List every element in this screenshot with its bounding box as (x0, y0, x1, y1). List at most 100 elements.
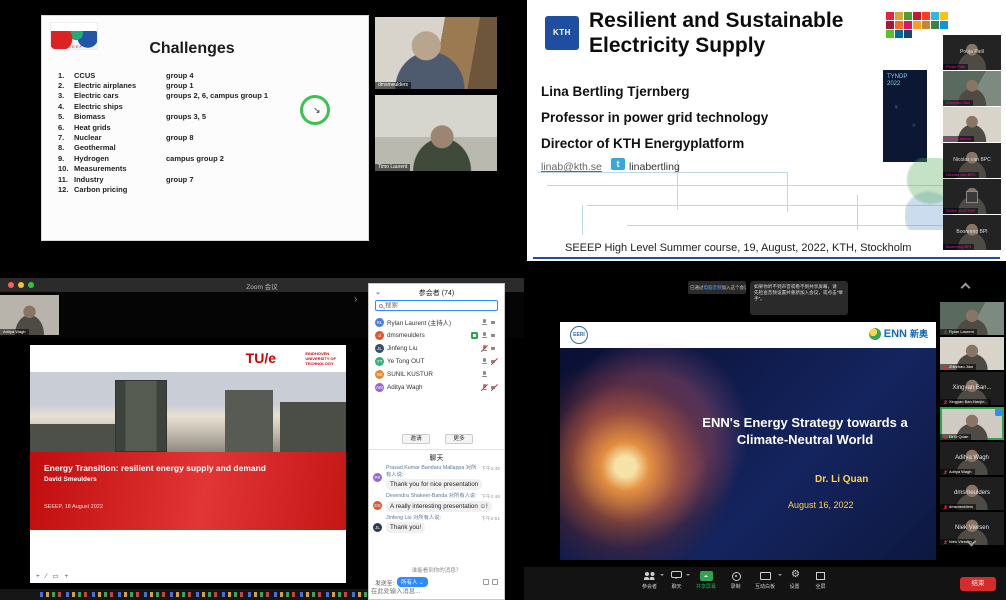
more-button[interactable]: 更多 (445, 434, 473, 444)
message-bubble: A really interesting presentation ☺! (386, 501, 492, 512)
toolbar-button[interactable]: 全屏 (814, 571, 827, 590)
screen-share-icon (471, 332, 478, 339)
invite-button[interactable]: 邀请 (402, 434, 430, 444)
toolbar-caret-icon[interactable] (660, 574, 664, 578)
challenge-label: Electric airplanes (74, 81, 166, 90)
participant-row[interactable]: AW Aditya Wagh (369, 381, 504, 394)
slide-title-band: Energy Transition: resilient energy supp… (30, 452, 346, 530)
enn-logo-cn: 新奥 (910, 327, 928, 340)
participant-tile[interactable]: Aditya Wagh Aditya Wagh (940, 442, 1004, 475)
sdg-tile (895, 30, 903, 38)
challenge-row: 10. Measurements (58, 164, 360, 174)
participant-name-label: Rylan Laurent (943, 136, 974, 142)
participant-tile[interactable]: Dr Li Quan (940, 407, 1004, 440)
participant-tile[interactable]: Rylan Laurent (940, 302, 1004, 335)
mic-icon (481, 345, 488, 352)
circuit-line (582, 205, 583, 235)
participant-name-text: Zhezhao Jian (949, 364, 973, 370)
participant-tile[interactable]: Boonreng BPI Boonreng BPI (943, 215, 1001, 250)
muted-mic-icon (943, 505, 947, 509)
participant-center-name: Niek Viersen (940, 525, 1004, 531)
toolbar-label: 全屏 (814, 583, 827, 590)
participant-row[interactable]: SK SUNIL KUSTUR (369, 368, 504, 381)
message-time: 下午2:46 (481, 493, 500, 500)
avatar: JL (373, 523, 382, 532)
chat-composer: 发送至: 所有人 ⌄ (375, 577, 498, 587)
participant-name-label: Aditya Wagh (0, 329, 29, 335)
gallery-video-tile[interactable]: Aditya Wagh (0, 295, 59, 335)
toolbar-label: 共享屏幕 (696, 583, 716, 590)
participant-name-text: Rylan Laurent (949, 329, 974, 335)
challenge-label: Industry (74, 175, 166, 184)
sdg-tile (895, 21, 903, 29)
participant-center-name: Pooja Patil (943, 49, 1001, 55)
file-icon[interactable] (483, 579, 489, 585)
toolbar-button[interactable]: 互动白板 (755, 571, 775, 590)
participant-search[interactable] (375, 300, 498, 311)
participant-tile[interactable]: dmsmeulders dmsmeulders (940, 477, 1004, 510)
toolbar-icon (759, 571, 772, 581)
toolbar-caret-icon[interactable] (778, 574, 782, 578)
campus-building (225, 390, 273, 452)
sdg-tile (886, 12, 894, 20)
challenges-slide: SEEEP Challenges 1. CCUS group 4 2. Elec… (42, 16, 368, 240)
muted-mic-icon (943, 540, 947, 544)
participant-face (375, 95, 497, 171)
slide-title: ENN's Energy Strategy towards a Climate-… (680, 414, 930, 448)
notice-link[interactable]: 电脑音频 (704, 285, 722, 290)
toolbar-button[interactable]: 参会者 (642, 571, 657, 590)
participant-name-label: Zhezhao Jian (943, 100, 973, 106)
enn-logo-en: ENN (884, 328, 907, 340)
emoji-icon[interactable] (492, 579, 498, 585)
muted-mic-icon (943, 435, 947, 439)
toolbar-button[interactable]: 录制 (729, 571, 742, 590)
participant-tile[interactable]: Pooja Patil Pooja Patil (943, 35, 1001, 70)
send-to-dropdown[interactable]: 所有人 ⌄ (397, 577, 428, 587)
participant-name: dmsmeulders (387, 332, 468, 339)
mic-icon (481, 371, 488, 378)
challenge-number: 3. (58, 91, 74, 100)
gallery-next-arrow[interactable]: › (354, 294, 357, 305)
participant-row[interactable]: JL Jinfeng Liu (369, 342, 504, 355)
toolbar-caret-icon[interactable] (686, 574, 690, 578)
participant-tile[interactable]: Zhezhao Jian (943, 71, 1001, 106)
search-input[interactable] (385, 302, 494, 309)
participant-center-name: Aditya Wagh (940, 455, 1004, 461)
toolbar-icon (788, 571, 801, 581)
challenge-group: group 8 (166, 133, 360, 142)
participant-face (375, 17, 497, 89)
challenge-row: 8. Geothermal (58, 143, 360, 153)
camera-icon (491, 345, 498, 352)
message-time: 下午2:51 (481, 515, 500, 522)
participant-tile[interactable]: Nicolas van BPC Nicolas van BPC (943, 143, 1001, 178)
toolbar-icon (814, 571, 827, 581)
reaction-badge-icon (995, 409, 1002, 416)
participant-video[interactable]: Timo Laurent (375, 95, 497, 171)
toolbar-button[interactable]: 聊天 (670, 571, 683, 590)
challenge-label: Nuclear (74, 133, 166, 142)
participant-video[interactable]: dmsmeulders (375, 17, 497, 89)
mic-icon (481, 332, 488, 339)
end-meeting-button[interactable]: 结束 (960, 577, 996, 591)
participant-tile[interactable]: Zhezhao Jian (940, 337, 1004, 370)
toolbar-button[interactable]: 设置 (788, 571, 801, 590)
participant-tile[interactable]: Rylan Laurent (943, 107, 1001, 142)
challenge-number: 5. (58, 112, 74, 121)
audio-notice-bar: 已通过电脑音频加入这个会议 (688, 281, 746, 294)
toolbar-label: 设置 (788, 583, 801, 590)
presentation-title: Resilient and Sustainable Electricity Su… (589, 8, 843, 58)
slide-date: SEEEP, 18 August 2022 (44, 504, 103, 510)
collapse-strip-chevron-icon[interactable] (961, 283, 971, 293)
participant-tile[interactable]: SUNIL KUSTUR (943, 179, 1001, 214)
email-link[interactable]: linab@kth.se (541, 161, 602, 173)
toolbar-icon (643, 571, 656, 581)
participant-tile[interactable]: Xingyan Ban... Xingyan Ban-Nanjin... (940, 372, 1004, 405)
search-icon (379, 304, 383, 308)
participant-row[interactable]: d dmsmeulders (369, 329, 504, 342)
chat-input[interactable] (371, 588, 502, 595)
toolbar-button[interactable]: 共享屏幕 (696, 571, 716, 590)
annotation-tools[interactable]: + ∕ ▭ + (36, 572, 70, 580)
participant-row[interactable]: YT Ye Tong OUT (369, 355, 504, 368)
participant-row[interactable]: RL Rylan Laurent (主持人) (369, 316, 504, 329)
notice-post: 加入这个会议 (722, 285, 747, 290)
